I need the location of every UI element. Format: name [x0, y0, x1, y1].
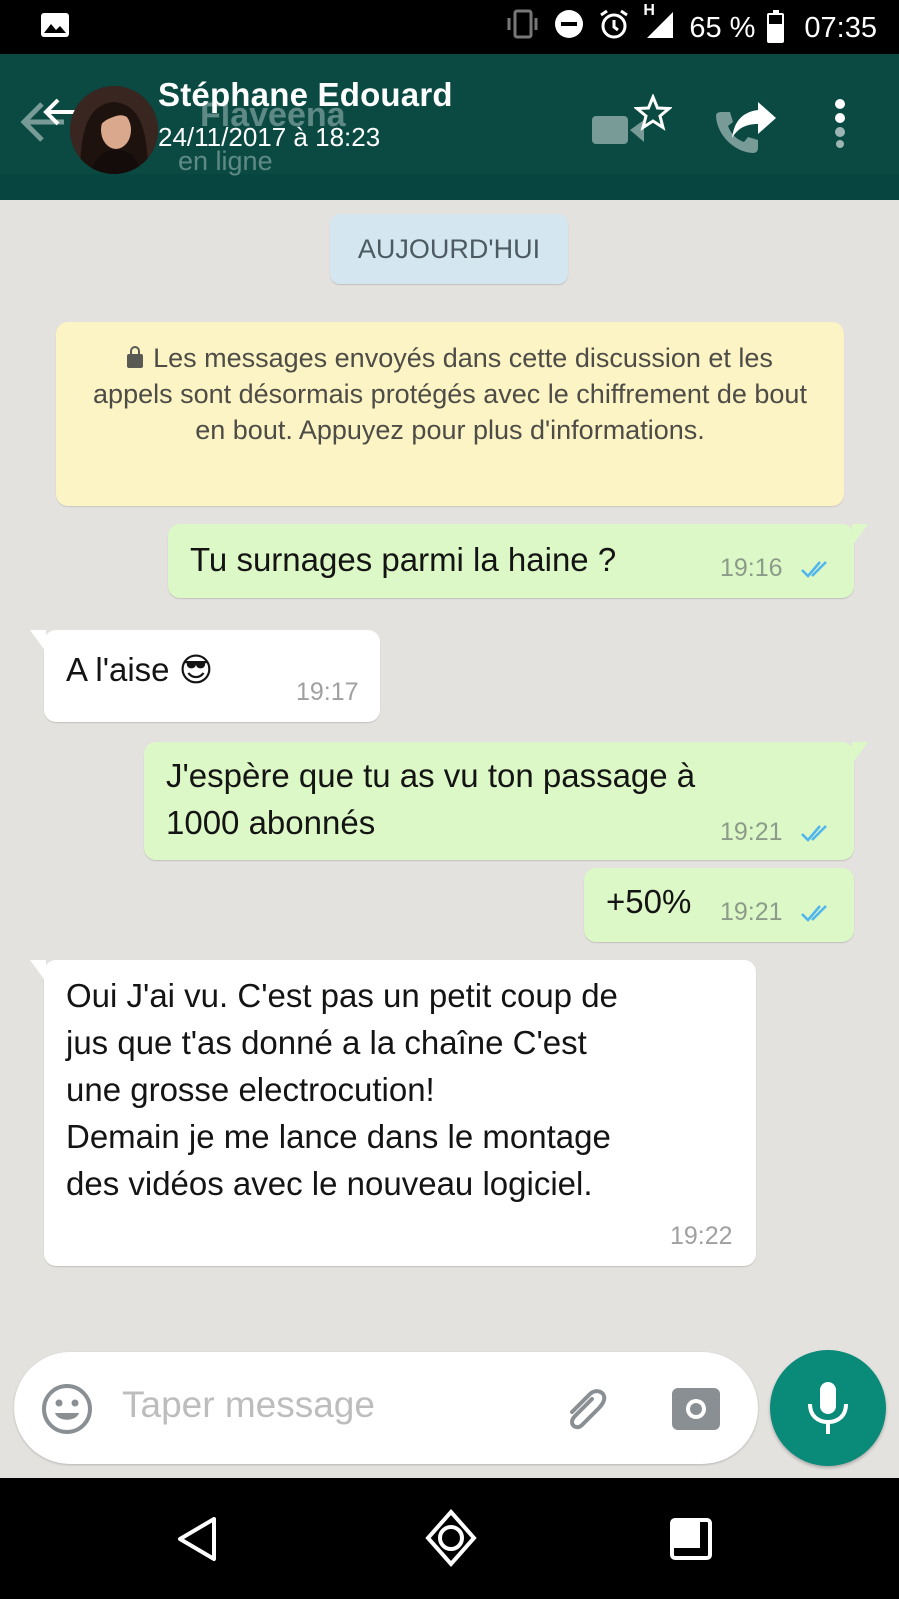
message-time: 19:21 — [720, 818, 783, 846]
avatar[interactable] — [70, 86, 158, 174]
message-text-line: jus que t'as donné a la chaîne C'est — [66, 1024, 587, 1061]
battery-percent: 65 % — [689, 11, 756, 44]
nav-recents-icon[interactable] — [668, 1516, 714, 1567]
message-text-line: J'espère que tu as vu ton passage à — [166, 757, 696, 794]
encryption-notice[interactable]: Les messages envoyés dans cette discussi… — [56, 322, 844, 506]
message-time: 19:17 — [296, 678, 359, 706]
message-input[interactable]: Taper message — [122, 1384, 375, 1426]
image-notification-icon — [40, 12, 70, 43]
clock: 07:35 — [804, 11, 877, 44]
microphone-button[interactable] — [770, 1350, 886, 1466]
message-bubble-incoming[interactable]: A l'aise 😎 19:17 — [30, 630, 380, 722]
message-time: 19:16 — [720, 554, 783, 582]
message-text-line: des vidéos avec le nouveau logiciel. — [66, 1165, 593, 1202]
signal-icon: H — [643, 2, 677, 48]
read-ticks-icon — [801, 561, 827, 578]
message-text: +50% — [606, 883, 692, 920]
read-ticks-icon — [801, 905, 827, 922]
message-text-line: Oui J'ai vu. C'est pas un petit coup de — [66, 977, 618, 1014]
alarm-icon — [597, 8, 631, 48]
nav-back-icon[interactable] — [174, 1514, 220, 1569]
nav-home-icon[interactable] — [424, 1508, 478, 1573]
camera-icon[interactable] — [670, 1382, 722, 1439]
message-text-line: 1000 abonnés — [166, 804, 376, 841]
chat-area[interactable]: AUJOURD'HUI Les messages envoyés dans ce… — [0, 200, 899, 1478]
date-chip: AUJOURD'HUI — [330, 214, 568, 284]
message-composer[interactable]: Taper message — [14, 1352, 758, 1464]
message-text-line: Demain je me lance dans le montage — [66, 1118, 611, 1155]
paperclip-icon[interactable] — [560, 1382, 616, 1443]
message-bubble-outgoing[interactable]: +50% 19:21 — [584, 868, 854, 942]
star-icon[interactable] — [633, 93, 673, 137]
last-seen: 24/11/2017 à 18:23 — [158, 122, 381, 152]
message-bubble-incoming[interactable]: Oui J'ai vu. C'est pas un petit coup de … — [30, 960, 756, 1266]
network-type-label: H — [643, 2, 655, 19]
battery-icon — [767, 10, 785, 43]
microphone-icon — [808, 1382, 848, 1434]
read-ticks-icon — [801, 825, 827, 842]
message-text: Tu surnages parmi la haine ? — [190, 541, 617, 578]
navigation-bar — [0, 1478, 899, 1599]
message-time: 19:21 — [720, 898, 783, 926]
more-icon[interactable] — [828, 94, 852, 159]
do-not-disturb-icon — [553, 8, 585, 48]
contact-name[interactable]: Stéphane Edouard — [158, 76, 453, 114]
message-time: 19:22 — [670, 1222, 733, 1250]
message-bubble-outgoing[interactable]: Tu surnages parmi la haine ? 19:16 — [168, 524, 868, 598]
lock-icon — [127, 346, 144, 368]
share-icon[interactable] — [730, 98, 780, 147]
emoji-icon[interactable] — [40, 1382, 94, 1441]
status-bar: H 65 % 07:35 — [0, 0, 899, 54]
chat-header: Flaveena en ligne Stéphane Edouard 24/11… — [0, 54, 899, 200]
message-text-line: une grosse electrocution! — [66, 1071, 435, 1108]
message-text: A l'aise 😎 — [66, 651, 214, 688]
vibrate-icon — [505, 8, 541, 48]
message-bubble-outgoing[interactable]: J'espère que tu as vu ton passage à 1000… — [144, 742, 868, 860]
encryption-notice-text: Les messages envoyés dans cette discussi… — [93, 343, 807, 445]
